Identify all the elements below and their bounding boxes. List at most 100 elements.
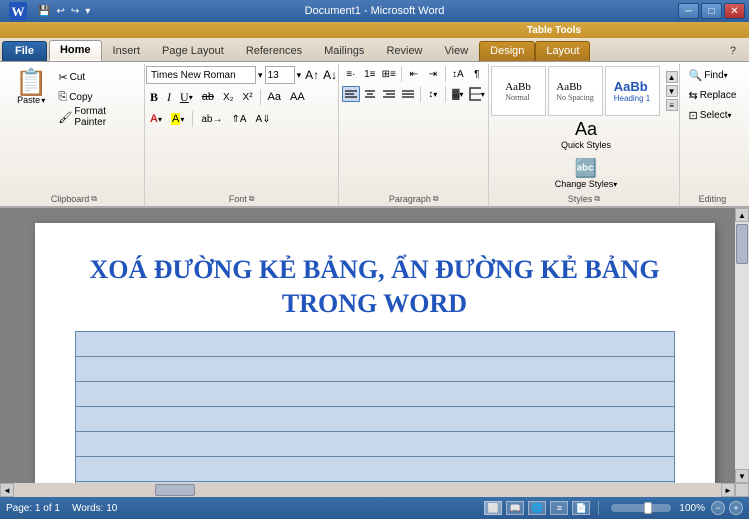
styles-more-btn[interactable]: ≡	[666, 99, 678, 111]
scroll-left-btn[interactable]: ◄	[0, 483, 14, 497]
tab-view[interactable]: View	[434, 41, 480, 61]
style-normal-box[interactable]: AaBb Normal	[491, 66, 546, 116]
print-layout-btn[interactable]: ⬜	[484, 501, 502, 515]
textcolor-dropdown-icon[interactable]: ▾	[158, 115, 162, 124]
linespacing-dropdown[interactable]: ▾	[433, 90, 437, 99]
subscript-button[interactable]: X₂	[219, 88, 238, 106]
tab-file[interactable]: File	[2, 41, 47, 61]
format-painter-button[interactable]: 🖌 Format Painter	[54, 108, 137, 126]
document-table[interactable]	[75, 331, 675, 483]
cut-button[interactable]: ✂ Cut	[54, 68, 137, 86]
redo-quick-btn[interactable]: ↪	[69, 6, 81, 17]
tab-review[interactable]: Review	[375, 41, 433, 61]
font-size-dropdown-icon[interactable]: ▾	[297, 70, 302, 81]
scroll-thumb-h[interactable]	[155, 484, 195, 496]
table-cell[interactable]	[75, 381, 674, 406]
highlight-dropdown-icon[interactable]: ▾	[180, 115, 184, 124]
paragraph-expand-icon[interactable]: ⧉	[433, 194, 439, 204]
increaseindent-btn[interactable]: ⇥	[424, 66, 442, 82]
underline-dropdown-icon[interactable]: ▾	[189, 93, 193, 102]
tab-references[interactable]: References	[235, 41, 313, 61]
underline-button[interactable]: U ▾	[176, 88, 197, 106]
draft-layout-btn[interactable]: 📄	[572, 501, 590, 515]
linespacing-btn[interactable]: ↕▾	[424, 86, 442, 102]
vertical-scrollbar[interactable]: ▲ ▼	[735, 208, 749, 483]
table-cell[interactable]	[75, 406, 674, 431]
zoom-slider[interactable]	[611, 504, 671, 512]
bullets-btn[interactable]: ≡·	[342, 66, 360, 82]
textcolor-button[interactable]: A ▾	[146, 110, 166, 128]
borders-dropdown[interactable]: ▾	[481, 90, 485, 99]
tab-pagelayout[interactable]: Page Layout	[151, 41, 235, 61]
find-dropdown[interactable]: ▾	[724, 71, 728, 80]
shading-dropdown[interactable]: ▾	[459, 90, 463, 99]
select-btn[interactable]: ⊡ Select ▾	[684, 106, 735, 124]
style-nospacingbox[interactable]: AaBb No Spacing	[548, 66, 603, 116]
tab-help[interactable]: ?	[719, 41, 747, 61]
shading-btn[interactable]: ▓▾	[449, 86, 467, 102]
zoom-out-btn[interactable]: −	[711, 501, 725, 515]
tab-design[interactable]: Design	[479, 41, 535, 61]
font-grow-btn[interactable]: A↑	[305, 68, 319, 82]
web-layout-btn[interactable]: 🌐	[528, 501, 546, 515]
styles-scroll-up-btn[interactable]: ▲	[666, 71, 678, 83]
changecase-button[interactable]: AA	[286, 88, 309, 106]
table-cell[interactable]	[75, 456, 674, 481]
undo-quick-btn[interactable]: ↩	[54, 6, 66, 17]
maximize-btn[interactable]: □	[701, 3, 722, 19]
bold-button[interactable]: B	[146, 88, 162, 106]
outline-layout-btn[interactable]: ≡	[550, 501, 568, 515]
copy-button[interactable]: ⎘ Copy	[54, 88, 137, 106]
showmarks-btn[interactable]: ¶	[468, 66, 486, 82]
alignright-btn[interactable]	[380, 86, 398, 102]
font-extra1[interactable]: ab→	[197, 110, 226, 128]
table-cell[interactable]	[75, 331, 674, 356]
font-extra3[interactable]: A⇓	[252, 110, 275, 128]
style-heading1-box[interactable]: AaBb Heading 1	[605, 66, 660, 116]
strikethrough-button[interactable]: ab	[198, 88, 218, 106]
font-name-input[interactable]	[146, 66, 256, 84]
borders-btn[interactable]: ▾	[468, 86, 486, 102]
paste-button[interactable]: 📋 Paste ▾	[10, 66, 52, 108]
table-cell[interactable]	[75, 356, 674, 381]
numbering-btn[interactable]: 1≡	[361, 66, 379, 82]
sort-btn[interactable]: ↕A	[449, 66, 467, 82]
styles-scroll-down-btn[interactable]: ▼	[666, 85, 678, 97]
tab-layout[interactable]: Layout	[535, 41, 590, 61]
fullread-layout-btn[interactable]: 📖	[506, 501, 524, 515]
tab-home[interactable]: Home	[49, 40, 102, 61]
alignleft-btn[interactable]	[342, 86, 360, 102]
font-name-dropdown-icon[interactable]: ▾	[258, 70, 263, 81]
scroll-up-btn[interactable]: ▲	[735, 208, 749, 222]
justify-btn[interactable]	[399, 86, 417, 102]
styles-expand-icon[interactable]: ⧉	[594, 194, 600, 204]
change-styles-dropdown[interactable]: ▾	[613, 180, 617, 189]
zoom-in-btn[interactable]: +	[729, 501, 743, 515]
decreaseindent-btn[interactable]: ⇤	[405, 66, 423, 82]
save-quick-btn[interactable]: 💾	[36, 6, 52, 17]
superscript-button[interactable]: X²	[239, 88, 257, 106]
highlight-button[interactable]: A ▾	[167, 110, 188, 128]
close-btn[interactable]: ✕	[724, 3, 745, 19]
paste-dropdown-icon[interactable]: ▾	[41, 96, 45, 105]
clipboard-expand-icon[interactable]: ⧉	[91, 194, 97, 204]
replace-btn[interactable]: ⇆ Replace	[684, 86, 740, 104]
minimize-btn[interactable]: ─	[678, 3, 699, 19]
clearformat-button[interactable]: Aa	[264, 88, 285, 106]
font-size-input[interactable]	[265, 66, 295, 84]
scroll-thumb-v[interactable]	[736, 224, 748, 264]
select-dropdown[interactable]: ▾	[728, 111, 732, 120]
scroll-right-btn[interactable]: ►	[721, 483, 735, 497]
table-cell[interactable]	[75, 431, 674, 456]
font-shrink-btn[interactable]: A↓	[323, 68, 337, 82]
italic-button[interactable]: I	[163, 88, 175, 106]
zoom-thumb[interactable]	[644, 502, 652, 514]
quick-styles-btn[interactable]: Aa Quick Styles	[550, 116, 623, 153]
font-extra2[interactable]: ⇑A	[227, 110, 250, 128]
font-expand-icon[interactable]: ⧉	[249, 194, 255, 204]
change-styles-btn[interactable]: 🔤 Change Styles ▾	[550, 155, 623, 192]
multilevel-btn[interactable]: ⊞≡	[380, 66, 398, 82]
scroll-down-btn[interactable]: ▼	[735, 469, 749, 483]
tab-insert[interactable]: Insert	[102, 41, 152, 61]
customize-quick-btn[interactable]: ▾	[83, 6, 92, 17]
